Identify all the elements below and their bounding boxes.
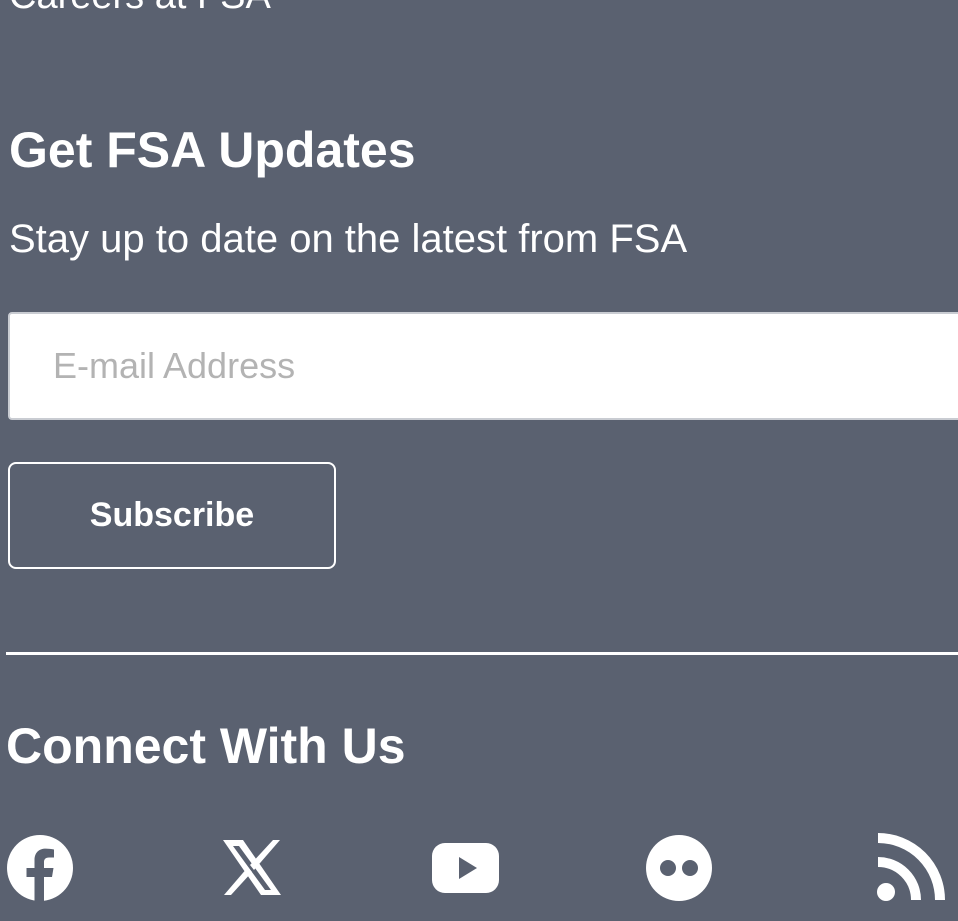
updates-subtitle: Stay up to date on the latest from FSA [9, 217, 688, 261]
flickr-icon [646, 835, 712, 901]
x-link[interactable] [216, 832, 288, 904]
x-icon [223, 840, 281, 895]
careers-at-fsa-link[interactable]: Careers at FSA [9, 0, 271, 18]
facebook-link[interactable] [4, 832, 76, 904]
connect-heading: Connect With Us [6, 718, 406, 774]
youtube-icon [432, 843, 499, 893]
email-field[interactable] [8, 312, 958, 420]
subscribe-button[interactable]: Subscribe [8, 462, 336, 569]
rss-icon [877, 833, 945, 901]
footer-divider [6, 652, 958, 655]
rss-link[interactable] [874, 832, 946, 904]
flickr-link[interactable] [643, 832, 715, 904]
facebook-icon [7, 835, 73, 904]
updates-heading: Get FSA Updates [9, 122, 416, 178]
youtube-link[interactable] [430, 832, 502, 904]
